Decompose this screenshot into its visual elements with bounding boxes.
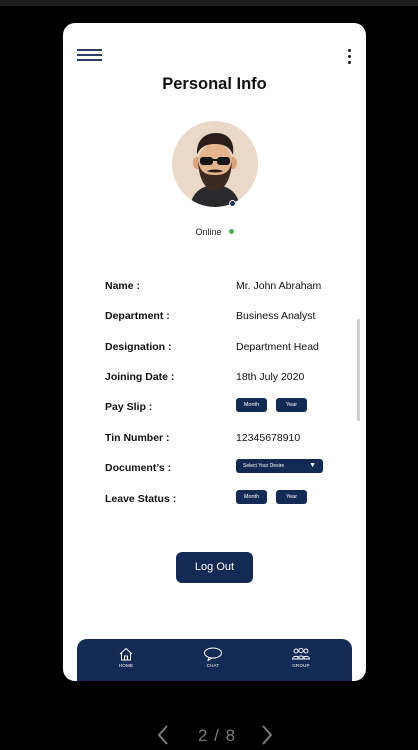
- pay-slip-year-button[interactable]: Year: [276, 398, 307, 412]
- avatar-edit-badge[interactable]: [229, 200, 236, 207]
- documents-select[interactable]: Select Your Desire ▼: [236, 459, 323, 473]
- row-joining-date: Joining Date : 18th July 2020: [105, 371, 345, 387]
- name-label: Name :: [105, 280, 141, 292]
- leave-status-year-button[interactable]: Year: [276, 490, 307, 504]
- documents-select-value: Select Your Desire: [243, 463, 285, 469]
- pager: 2 / 8: [150, 722, 280, 750]
- designation-label: Designation :: [105, 341, 172, 353]
- department-label: Department :: [105, 310, 170, 322]
- name-value: Mr. John Abraham: [236, 280, 322, 292]
- logout-button[interactable]: Log Out: [176, 552, 253, 583]
- row-designation: Designation : Department Head: [105, 341, 345, 357]
- pay-slip-month-button[interactable]: Month: [236, 398, 267, 412]
- row-name: Name : Mr. John Abraham: [105, 280, 345, 296]
- nav-home[interactable]: HOME: [106, 647, 146, 668]
- leave-status-month-button[interactable]: Month: [236, 490, 267, 504]
- row-department: Department : Business Analyst: [105, 310, 345, 326]
- department-value: Business Analyst: [236, 310, 316, 322]
- pay-slip-label: Pay Slip :: [105, 401, 153, 413]
- online-indicator: [228, 229, 234, 234]
- top-bar: [0, 0, 418, 6]
- avatar[interactable]: [172, 121, 258, 207]
- nav-chat-label: CHAT: [206, 663, 220, 668]
- nav-home-label: HOME: [118, 663, 134, 668]
- more-vertical-icon[interactable]: [348, 49, 352, 65]
- chat-icon: [204, 647, 222, 661]
- row-documents: Document’s : Select Your Desire ▼: [105, 459, 345, 478]
- nav-group[interactable]: GROUP: [281, 647, 321, 668]
- nav-group-label: GROUP: [292, 663, 310, 668]
- chevron-left-icon[interactable]: [156, 724, 170, 746]
- row-pay-slip: Pay Slip : Month Year: [105, 398, 345, 417]
- home-icon: [119, 647, 133, 661]
- leave-status-label: Leave Status :: [105, 493, 177, 505]
- nav-chat[interactable]: CHAT: [193, 647, 233, 668]
- online-status: Online: [63, 227, 366, 237]
- menu-icon[interactable]: [77, 49, 102, 61]
- chevron-right-icon[interactable]: [260, 724, 274, 746]
- tin-number-label: Tin Number :: [105, 432, 170, 444]
- tin-number-value: 12345678910: [236, 432, 301, 444]
- joining-date-value: 18th July 2020: [236, 371, 305, 383]
- page-title: Personal Info: [162, 75, 267, 93]
- scrollbar[interactable]: [357, 319, 360, 421]
- chevron-down-icon: ▼: [309, 462, 316, 469]
- bottom-nav: HOME CHAT GROUP: [77, 639, 352, 681]
- documents-label: Document’s :: [105, 462, 172, 474]
- page-counter: 2 / 8: [198, 726, 237, 745]
- row-tin-number: Tin Number : 12345678910: [105, 432, 345, 448]
- row-leave-status: Leave Status : Month Year: [105, 490, 345, 509]
- phone-screen: Personal Info Online Name: Mr. John Abr…: [63, 23, 366, 681]
- joining-date-label: Joining Date :: [105, 371, 175, 383]
- designation-value: Department Head: [236, 341, 319, 353]
- status-label: Online: [195, 227, 222, 237]
- group-icon: [292, 647, 310, 660]
